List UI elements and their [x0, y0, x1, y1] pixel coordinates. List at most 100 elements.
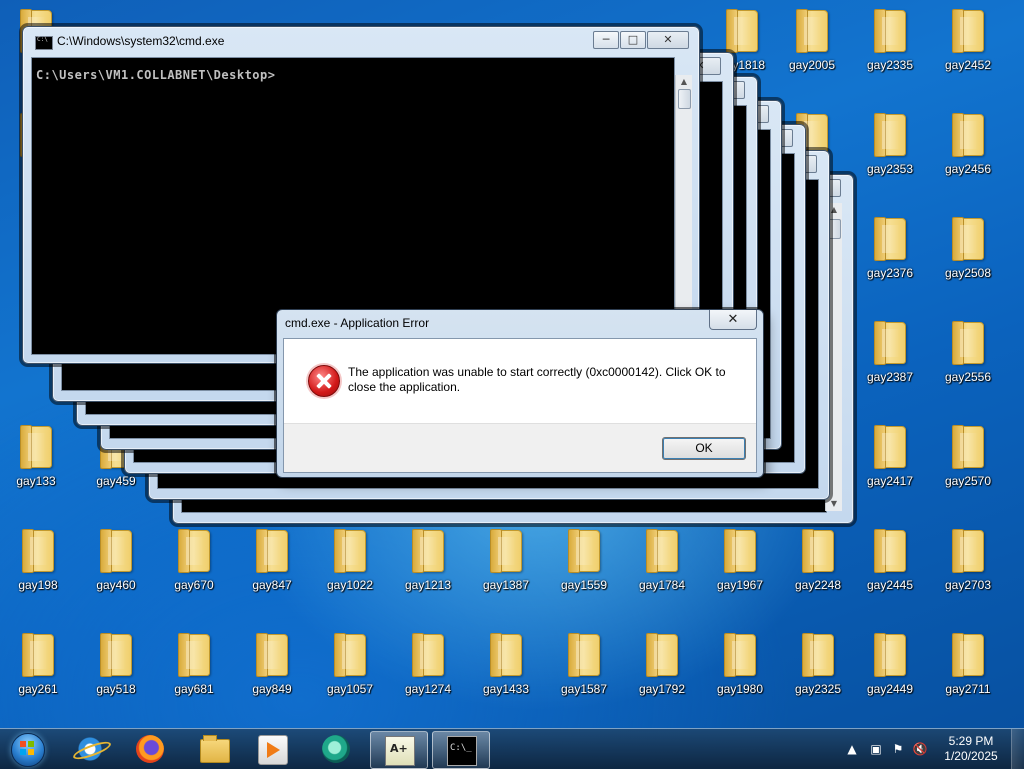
taskbar-internet-explorer[interactable] — [62, 731, 118, 767]
folder-icon — [256, 529, 288, 573]
desktop-folder[interactable]: gay1213 — [392, 526, 464, 608]
folder-icon — [726, 9, 758, 53]
desktop-folder[interactable]: gay2449 — [854, 630, 926, 712]
desktop-folder[interactable]: gay2005 — [776, 6, 848, 88]
desktop-folder[interactable]: gay133 — [0, 422, 72, 504]
cmd-icon — [447, 736, 477, 766]
desktop-folder[interactable]: gay2335 — [854, 6, 926, 88]
desktop-folder[interactable]: gay2376 — [854, 214, 926, 296]
desktop-folder[interactable]: gay670 — [158, 526, 230, 608]
desktop-folder[interactable]: gay2417 — [854, 422, 926, 504]
taskbar-windows-explorer[interactable] — [186, 731, 242, 767]
desktop-folder[interactable]: gay198 — [2, 526, 74, 608]
show-hidden-icons-chevron-icon[interactable]: ▲ — [844, 741, 860, 757]
scroll-thumb[interactable] — [678, 89, 691, 109]
taskbar-notepad-plus-plus[interactable] — [370, 731, 428, 769]
error-message: The application was unable to start corr… — [348, 365, 726, 394]
close-button[interactable]: ✕ — [647, 31, 689, 49]
desktop-folder[interactable]: gay2456 — [932, 110, 1004, 192]
desktop-folder[interactable]: gay2248 — [782, 526, 854, 608]
show-desktop-button[interactable] — [1011, 729, 1024, 769]
desktop-folder[interactable]: gay460 — [80, 526, 152, 608]
desktop-folder[interactable]: gay847 — [236, 526, 308, 608]
desktop-folder[interactable]: gay2387 — [854, 318, 926, 400]
folder-icon — [490, 529, 522, 573]
minimize-button[interactable]: ─ — [593, 31, 619, 49]
desktop-folder[interactable]: gay2353 — [854, 110, 926, 192]
desktop-folder[interactable]: gay261 — [2, 630, 74, 712]
dialog-close-button[interactable]: ✕ — [709, 310, 757, 330]
media-center-icon — [322, 735, 350, 763]
folder-icon — [952, 217, 984, 261]
start-button[interactable] — [5, 729, 49, 769]
desktop-folder[interactable]: gay2325 — [782, 630, 854, 712]
desktop-folder[interactable]: gay1559 — [548, 526, 620, 608]
desktop: C Re gay1818 gay2005 gay2335 gay2452 gay… — [0, 0, 1024, 728]
maximize-button[interactable]: □ — [620, 31, 646, 49]
action-center-flag-icon[interactable]: ⚑ — [890, 741, 906, 757]
desktop-folder[interactable]: gay849 — [236, 630, 308, 712]
desktop-folder[interactable]: gay681 — [158, 630, 230, 712]
title-bar[interactable]: C:\Windows\system32\cmd.exe ─ □ ✕ — [31, 31, 693, 53]
desktop-folder[interactable]: gay1587 — [548, 630, 620, 712]
network-icon[interactable]: ▣ — [868, 741, 884, 757]
folder-icon — [874, 9, 906, 53]
desktop-folder[interactable]: gay2570 — [932, 422, 1004, 504]
folder-icon — [952, 9, 984, 53]
desktop-folder[interactable]: gay1022 — [314, 526, 386, 608]
desktop-folder[interactable]: gay1967 — [704, 526, 776, 608]
folder-icon — [874, 321, 906, 365]
folder-icon — [724, 529, 756, 573]
taskbar-firefox[interactable] — [122, 731, 178, 767]
desktop-folder[interactable]: gay2508 — [932, 214, 1004, 296]
folder-icon — [256, 633, 288, 677]
taskbar-command-prompt[interactable] — [432, 731, 490, 769]
folder-icon — [178, 529, 210, 573]
taskbar-media-center[interactable] — [308, 731, 364, 767]
desktop-folder[interactable]: gay1387 — [470, 526, 542, 608]
volume-muted-icon[interactable]: 🔇 — [912, 741, 928, 757]
folder-icon — [100, 633, 132, 677]
scroll-up-arrow[interactable]: ▲ — [676, 75, 692, 89]
folder-icon — [874, 425, 906, 469]
folder-icon — [952, 321, 984, 365]
folder-icon — [646, 529, 678, 573]
folder-icon — [952, 633, 984, 677]
folder-icon — [952, 113, 984, 157]
folder-icon — [796, 9, 828, 53]
ok-button[interactable]: OK — [662, 437, 746, 460]
dialog-body: The application was unable to start corr… — [283, 338, 757, 473]
desktop-folder[interactable]: gay1433 — [470, 630, 542, 712]
folder-icon — [22, 529, 54, 573]
desktop-folder[interactable]: gay1057 — [314, 630, 386, 712]
desktop-folder[interactable]: gay2445 — [854, 526, 926, 608]
folder-icon — [100, 529, 132, 573]
ie-icon — [76, 735, 104, 763]
taskbar: ▲ ▣ ⚑ 🔇 5:29 PM 1/20/2025 — [0, 728, 1024, 769]
folder-icon — [952, 529, 984, 573]
desktop-folder[interactable]: gay2711 — [932, 630, 1004, 712]
taskbar-media-player[interactable] — [244, 731, 300, 767]
clock-date: 1/20/2025 — [944, 749, 998, 763]
desktop-folder[interactable]: gay518 — [80, 630, 152, 712]
desktop-folder[interactable]: gay1792 — [626, 630, 698, 712]
folder-icon — [802, 529, 834, 573]
folder-icon — [412, 633, 444, 677]
error-dialog[interactable]: cmd.exe - Application Error ✕ The applic… — [276, 309, 764, 478]
dialog-title: cmd.exe - Application Error — [285, 316, 430, 330]
desktop-folder[interactable]: gay2452 — [932, 6, 1004, 88]
desktop-folder[interactable]: gay1980 — [704, 630, 776, 712]
folder-icon — [334, 633, 366, 677]
folder-icon — [20, 425, 52, 469]
scroll-down-arrow[interactable]: ▼ — [826, 497, 842, 511]
window-title: C:\Windows\system32\cmd.exe — [57, 34, 225, 48]
folder-icon — [412, 529, 444, 573]
window-controls: ─ □ ✕ — [592, 31, 689, 49]
clock[interactable]: 5:29 PM 1/20/2025 — [936, 734, 1006, 764]
folder-icon — [178, 633, 210, 677]
desktop-folder[interactable]: gay2556 — [932, 318, 1004, 400]
desktop-folder[interactable]: gay1274 — [392, 630, 464, 712]
desktop-folder[interactable]: gay2703 — [932, 526, 1004, 608]
desktop-folder[interactable]: gay1784 — [626, 526, 698, 608]
folder-icon — [874, 113, 906, 157]
